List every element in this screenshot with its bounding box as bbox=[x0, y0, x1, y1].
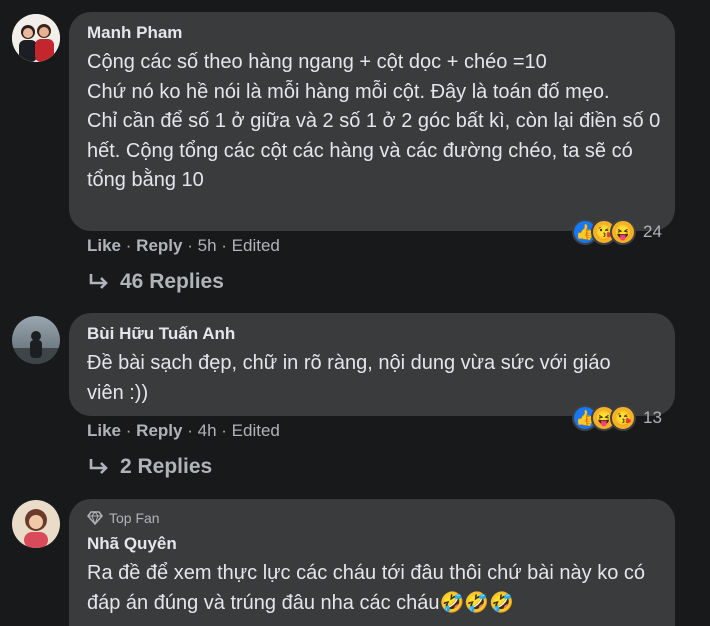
replies-count-label[interactable]: 2 Replies bbox=[120, 454, 212, 480]
view-replies-button[interactable]: 46 Replies bbox=[88, 269, 224, 295]
reaction-summary[interactable]: 👍 😘 😝 24 bbox=[569, 217, 670, 247]
avatar[interactable] bbox=[12, 14, 60, 62]
comment-timestamp[interactable]: 5h bbox=[198, 236, 217, 255]
like-button[interactable]: Like bbox=[87, 236, 121, 255]
comment-author[interactable]: Nhã Quyên bbox=[87, 533, 657, 555]
comment-bubble: Top Fan Nhã Quyên Ra đề để xem thực lực … bbox=[69, 499, 675, 626]
view-replies-button[interactable]: 2 Replies bbox=[88, 454, 212, 480]
reply-arrow-icon bbox=[89, 274, 108, 289]
comment-author[interactable]: Bùi Hữu Tuấn Anh bbox=[87, 323, 657, 345]
edited-label: Edited bbox=[231, 421, 280, 440]
reply-arrow-icon bbox=[89, 459, 108, 474]
separator-dot: · bbox=[187, 236, 193, 255]
top-fan-badge: Top Fan bbox=[87, 509, 657, 527]
separator-dot: · bbox=[187, 421, 193, 440]
reaction-summary[interactable]: 👍 😝 😘 13 bbox=[569, 403, 670, 433]
haha-reaction-icon: 😝 bbox=[610, 219, 636, 245]
reply-button[interactable]: Reply bbox=[136, 421, 182, 440]
like-button[interactable]: Like bbox=[87, 421, 121, 440]
reaction-count: 24 bbox=[643, 222, 662, 241]
comment-text: Cộng các số theo hàng ngang + cột dọc + … bbox=[87, 51, 661, 191]
separator-dot: · bbox=[221, 236, 227, 255]
separator-dot: · bbox=[125, 236, 132, 255]
comment-author[interactable]: Manh Pham bbox=[87, 22, 657, 44]
comment-text: Đề bài sạch đẹp, chữ in rõ ràng, nội dun… bbox=[87, 352, 611, 404]
comment-bubble: Manh Pham Cộng các số theo hàng ngang + … bbox=[69, 12, 675, 231]
replies-count-label[interactable]: 46 Replies bbox=[120, 269, 224, 295]
reply-button[interactable]: Reply bbox=[136, 236, 182, 255]
avatar[interactable] bbox=[12, 500, 60, 548]
diamond-icon bbox=[87, 511, 103, 525]
wow-reaction-icon: 😘 bbox=[610, 405, 636, 431]
comment-actions: Like · Reply · 5h · Edited bbox=[87, 235, 280, 257]
separator-dot: · bbox=[125, 421, 132, 440]
avatar[interactable] bbox=[12, 316, 60, 364]
comment-timestamp[interactable]: 4h bbox=[198, 421, 217, 440]
comment-text: Ra đề để xem thực lực các cháu tới đâu t… bbox=[87, 562, 646, 614]
top-fan-label: Top Fan bbox=[109, 510, 160, 526]
edited-label: Edited bbox=[231, 236, 280, 255]
reaction-count: 13 bbox=[643, 408, 662, 427]
comment-actions: Like · Reply · 4h · Edited bbox=[87, 420, 280, 442]
separator-dot: · bbox=[221, 421, 227, 440]
comment-bubble: Bùi Hữu Tuấn Anh Đề bài sạch đẹp, chữ in… bbox=[69, 313, 675, 416]
